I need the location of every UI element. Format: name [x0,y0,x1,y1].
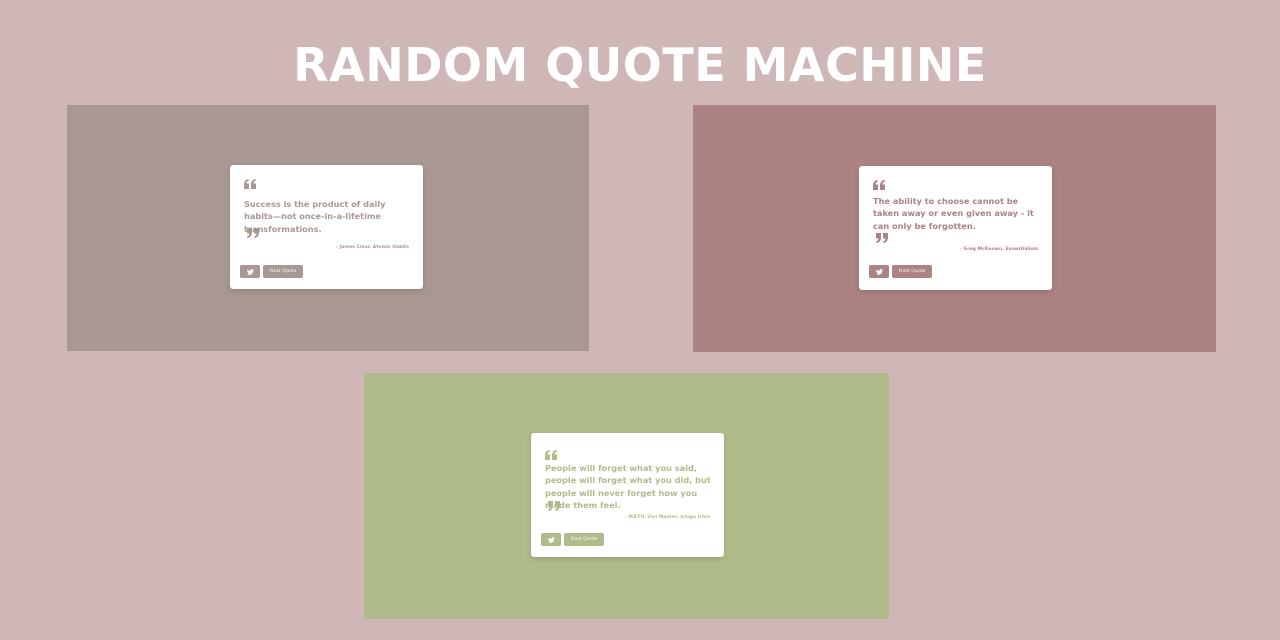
quote-right-icon [247,228,259,238]
next-quote-button[interactable]: Next Quote [564,533,604,546]
quote-card: People will forget what you said, people… [531,433,724,557]
quote-author: - IKKYU, Zen Master: Ichigo Ichie [624,515,710,520]
twitter-icon [875,268,883,275]
tweet-button[interactable] [869,265,889,278]
quote-text: Success is the product of daily habits—n… [244,199,386,234]
next-quote-button[interactable]: Next Quote [263,265,303,278]
quote-text: People will forget what you said, people… [545,463,711,510]
quote-author: - Greg McKeown, Essentialism [960,247,1038,252]
quote-card: The ability to choose cannot be taken aw… [859,166,1052,290]
quote-left-icon [545,450,557,460]
twitter-icon [547,536,555,543]
quote-left-icon [244,179,256,189]
tweet-button[interactable] [240,265,260,278]
quote-left-icon [873,180,885,190]
next-quote-button[interactable]: Next Quote [892,265,932,278]
quote-panel-2: The ability to choose cannot be taken aw… [693,105,1216,352]
tweet-button[interactable] [541,533,561,546]
quote-text: The ability to choose cannot be taken aw… [873,196,1034,231]
quote-right-icon [548,501,560,511]
quote-author: - James Clear, Atomic Habits [336,245,409,250]
twitter-icon [246,268,254,275]
quote-panel-3: People will forget what you said, people… [364,373,889,619]
quote-panel-1: Success is the product of daily habits—n… [67,105,589,351]
quote-right-icon [876,233,888,243]
page-title: RANDOM QUOTE MACHINE [293,38,987,92]
quote-card: Success is the product of daily habits—n… [230,165,423,289]
